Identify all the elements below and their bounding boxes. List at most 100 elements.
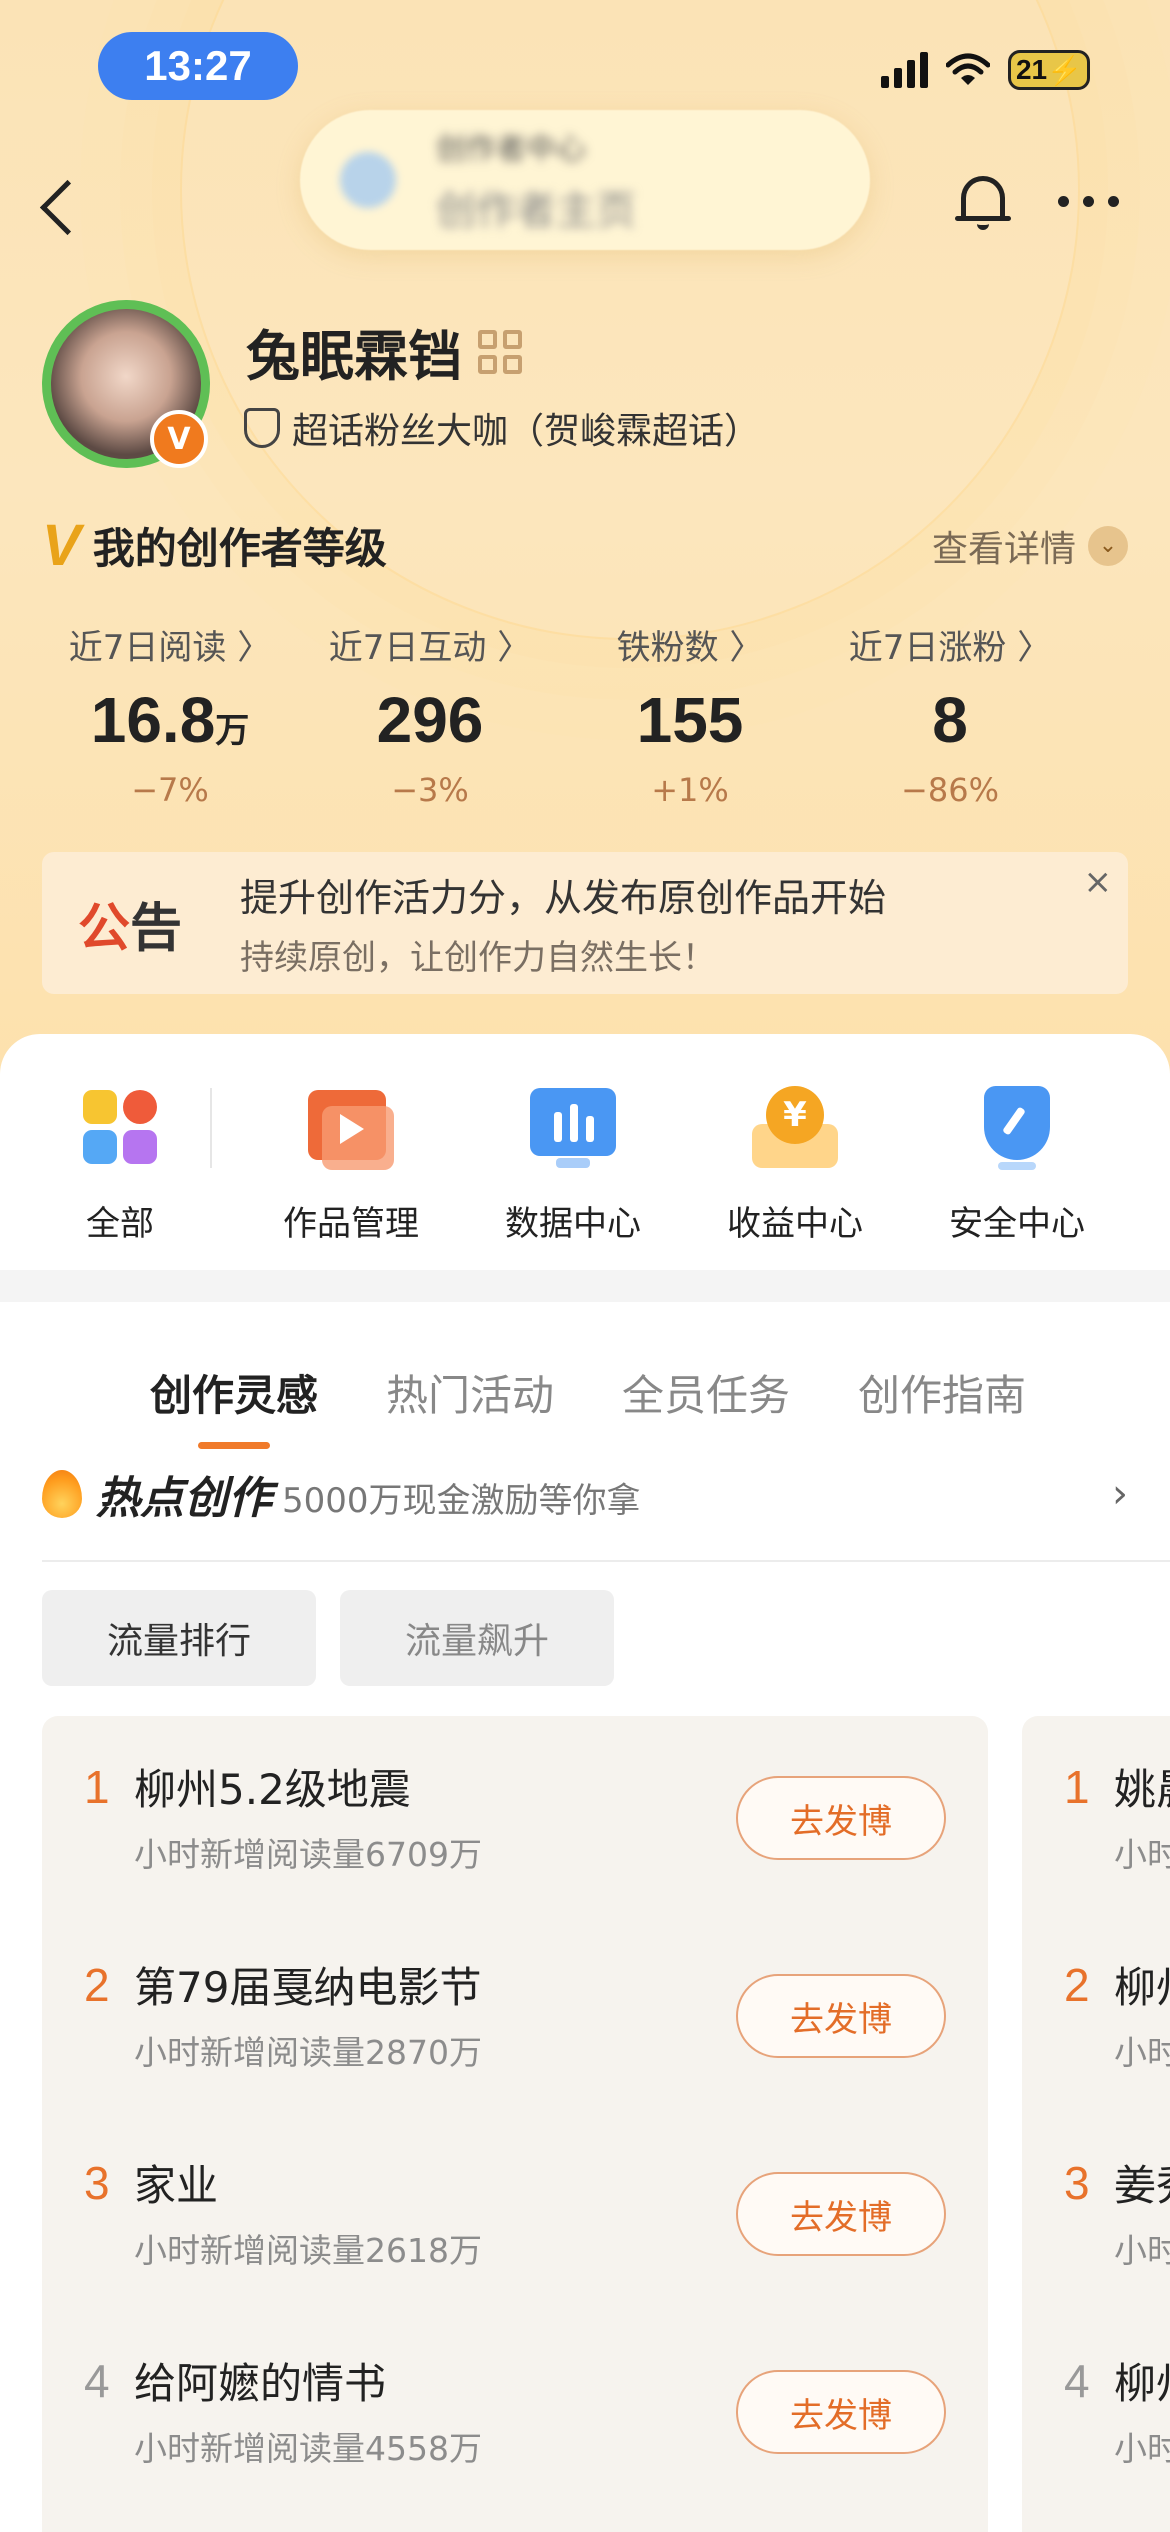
rank-number: 4 [1064, 2355, 1090, 2407]
blurred-line-2: 创作者主页 [436, 188, 636, 234]
stat-change: −3% [391, 771, 469, 809]
more-options-icon[interactable] [1058, 196, 1119, 207]
stat-interactions[interactable]: 近7日互动 〉 296 −3% [300, 620, 560, 809]
rank-title: 姚晨 [1114, 1765, 1170, 1814]
tab-inspiration[interactable]: 创作灵感 [150, 1362, 318, 1423]
rank-subtitle: 小时 [1114, 2429, 1170, 2468]
tool-label: 作品管理 [283, 1204, 419, 1244]
view-details-label: 查看详情 [931, 528, 1076, 570]
tool-data[interactable]: 数据中心 [462, 1084, 684, 1245]
battery-icon: 21 ⚡ [1008, 50, 1090, 90]
fan-tag-text: 超话粉丝大咖（贺峻霖超话） [292, 411, 761, 452]
filter-traffic-rising[interactable]: 流量飙升 [340, 1590, 614, 1686]
cellular-signal-icon [881, 52, 928, 88]
rank-subtitle: 小时新增阅读量2870万 [134, 2033, 482, 2072]
rank-subtitle: 小时 [1114, 2033, 1170, 2072]
hot-creation-header[interactable]: 热点创作 5000万现金激励等你拿 › [42, 1462, 1128, 1526]
post-button[interactable]: 去发博 [736, 2172, 946, 2256]
hot-title: 热点创作 [96, 1473, 272, 1524]
rank-subtitle: 小时新增阅读量6709万 [134, 1835, 482, 1874]
post-button[interactable]: 去发博 [736, 2370, 946, 2454]
hot-subtitle: 5000万现金激励等你拿 [282, 1480, 641, 1521]
tool-income[interactable]: ¥ 收益中心 [684, 1084, 906, 1245]
bar-chart-icon [530, 1084, 616, 1170]
rank-title: 第79届戛纳电影节 [134, 1963, 482, 2012]
username-text: 兔眠霖铛 [246, 325, 462, 388]
post-button[interactable]: 去发博 [736, 1974, 946, 2058]
tab-tasks[interactable]: 全员任务 [622, 1362, 790, 1423]
announcement-line-2: 持续原创，让创作力自然生长！ [240, 938, 716, 978]
bell-icon[interactable] [955, 170, 1011, 232]
creator-level-row: V 我的创作者等级 查看详情 ⌄ [42, 512, 1128, 579]
stat-label: 近7日阅读 〉 [68, 628, 272, 668]
username: 兔眠霖铛 [246, 312, 522, 391]
list-item[interactable]: 4 给阿嬷的情书 小时新增阅读量4558万 去发博 [42, 2310, 988, 2508]
tool-security[interactable]: 安全中心 [906, 1084, 1128, 1245]
blurred-line-1: 创作者中心 [436, 132, 586, 167]
tab-hot-events[interactable]: 热门活动 [386, 1362, 554, 1423]
rank-subtitle: 小时 [1114, 1835, 1170, 1874]
back-button[interactable] [30, 170, 90, 240]
chevron-right-icon: › [1112, 1471, 1128, 1517]
rank-number: 3 [1064, 2157, 1090, 2209]
list-item[interactable]: 2 第79届戛纳电影节 小时新增阅读量2870万 去发博 [42, 1914, 988, 2112]
rank-number: 2 [1064, 1959, 1090, 2011]
content-tabs: 创作灵感 热门活动 全员任务 创作指南 [150, 1362, 1026, 1423]
rank-subtitle: 小时新增阅读量2618万 [134, 2231, 482, 2270]
rank-number: 3 [84, 2157, 110, 2209]
view-details-link[interactable]: 查看详情 ⌄ [932, 520, 1128, 572]
grid-apps-icon [77, 1084, 163, 1170]
rank-subtitle: 小时新增阅读量4558万 [134, 2429, 482, 2468]
ranking-card-next[interactable]: 1 姚晨 小时 2 柳州 小时 3 姜秀 小时 4 柳州 小时 [1022, 1716, 1170, 2532]
tab-guide[interactable]: 创作指南 [858, 1362, 1026, 1423]
verified-badge: V [150, 410, 208, 468]
filter-traffic-rank[interactable]: 流量排行 [42, 1590, 316, 1686]
status-time: 13:27 [98, 32, 298, 100]
battery-level: 21 [1015, 54, 1048, 85]
tool-all[interactable]: 全部 [0, 1084, 240, 1245]
post-button[interactable]: 去发博 [736, 1776, 946, 1860]
stat-label: 铁粉数 〉 [616, 628, 764, 668]
inspiration-panel: 创作灵感 热门活动 全员任务 创作指南 热点创作 5000万现金激励等你拿 › … [0, 1302, 1170, 2532]
stat-new-followers[interactable]: 近7日涨粉 〉 8 −86% [820, 620, 1080, 809]
stat-unit: 万 [215, 711, 250, 751]
rank-title: 柳州 [1114, 2359, 1170, 2408]
announcement-line-1: 提升创作活力分，从发布原创作品开始 [240, 876, 887, 920]
ranking-card: 1 柳州5.2级地震 小时新增阅读量6709万 去发博 2 第79届戛纳电影节 … [42, 1716, 988, 2532]
stat-value: 8 [932, 684, 968, 756]
stat-iron-fans[interactable]: 铁粉数 〉 155 +1% [560, 620, 820, 809]
rank-subtitle: 小时 [1114, 2231, 1170, 2270]
close-icon[interactable]: × [1084, 862, 1113, 902]
blurred-avatar [340, 152, 396, 208]
stat-label: 近7日互动 〉 [328, 628, 532, 668]
stats-row: 近7日阅读 〉 16.8万 −7% 近7日互动 〉 296 −3% 铁粉数 〉 … [40, 620, 1130, 809]
list-item: 1 姚晨 小时 [1022, 1716, 1170, 1914]
stat-value: 16.8 [90, 684, 216, 756]
play-folder-icon [308, 1084, 394, 1170]
wifi-icon [946, 53, 990, 85]
tool-works[interactable]: 作品管理 [240, 1084, 462, 1245]
fan-tag[interactable]: 超话粉丝大咖（贺峻霖超话） [244, 402, 760, 454]
list-item[interactable]: 1 柳州5.2级地震 小时新增阅读量6709万 去发博 [42, 1716, 988, 1914]
stat-reads[interactable]: 近7日阅读 〉 16.8万 −7% [40, 620, 300, 809]
qr-code-icon[interactable] [478, 329, 522, 374]
stat-value: 296 [376, 684, 484, 756]
stat-change: −86% [901, 771, 999, 809]
list-item[interactable]: 3 家业 小时新增阅读量2618万 去发博 [42, 2112, 988, 2310]
divider [42, 1560, 1170, 1562]
rank-title: 柳州5.2级地震 [134, 1765, 411, 1814]
tool-shortcuts: 全部 作品管理 数据中心 ¥ 收益中心 安全中心 [0, 1034, 1170, 1270]
blurred-header-pill[interactable]: 创作者中心 创作者主页 [300, 110, 870, 250]
creator-level-title: 我的创作者等级 [92, 524, 387, 573]
rank-number: 4 [84, 2355, 110, 2407]
yuan-coin-icon: ¥ [752, 1084, 838, 1170]
rank-number: 2 [84, 1959, 110, 2011]
tool-label: 全部 [86, 1204, 154, 1244]
status-indicators: 21 ⚡ [881, 50, 1090, 90]
tool-label: 安全中心 [949, 1204, 1085, 1244]
stat-change: +1% [651, 771, 729, 809]
v-level-icon: V [42, 513, 81, 578]
flame-icon [42, 1470, 82, 1518]
rank-title: 家业 [134, 2161, 219, 2210]
announcement-banner[interactable]: 公告 提升创作活力分，从发布原创作品开始 持续原创，让创作力自然生长！ × [42, 852, 1128, 994]
